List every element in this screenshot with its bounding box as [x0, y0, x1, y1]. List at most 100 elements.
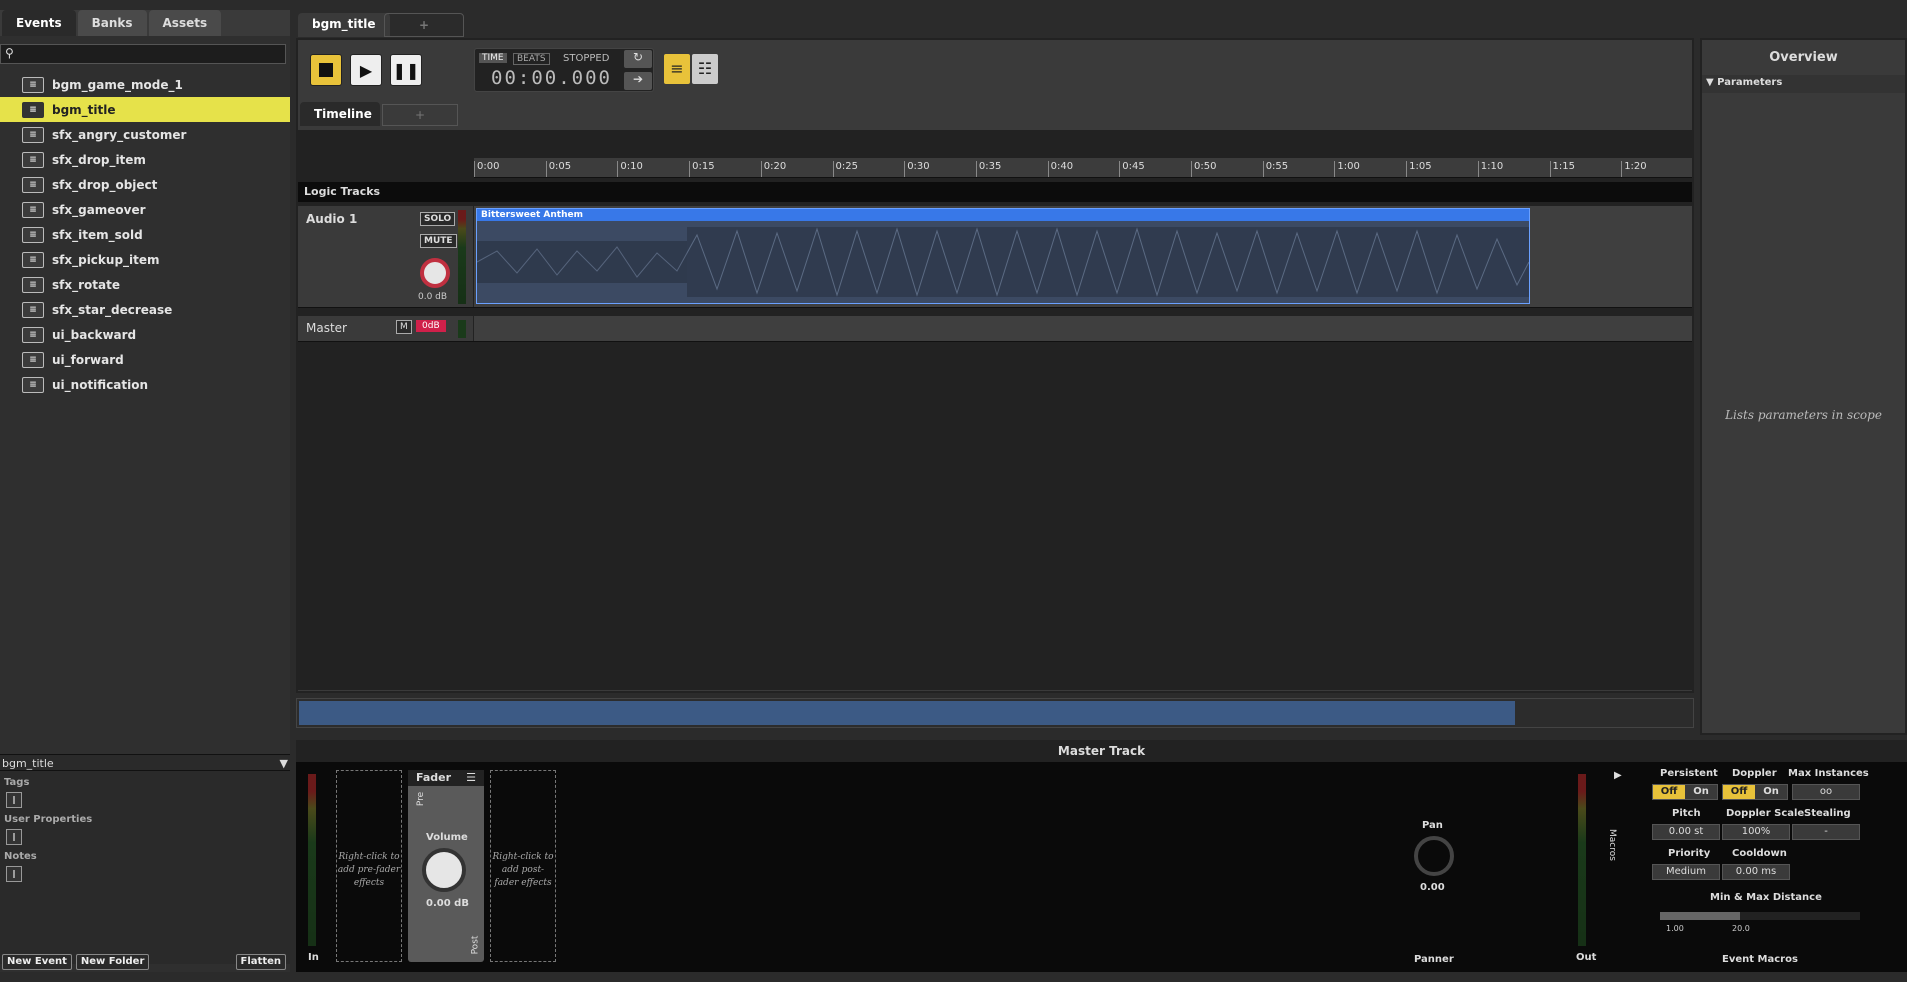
notes-label: Notes	[4, 851, 37, 862]
event-label: ui_backward	[52, 327, 137, 342]
list-view-button[interactable]: ≡	[664, 54, 690, 84]
flatten-button[interactable]: Flatten	[235, 954, 286, 970]
list-item[interactable]: ≡ bgm_title	[0, 97, 290, 122]
list-item[interactable]: ≡ sfx_pickup_item	[0, 247, 290, 272]
beats-mode-button[interactable]: BEATS	[513, 53, 550, 65]
new-folder-button[interactable]: New Folder	[75, 954, 150, 970]
list-item[interactable]: ≡ sfx_rotate	[0, 272, 290, 297]
overview-panel: Overview ▼ Parameters Lists parameters i…	[1700, 38, 1907, 735]
menu-icon[interactable]: ☰	[466, 771, 476, 784]
post-label: Post	[470, 935, 481, 955]
timeline-scrollbar[interactable]	[296, 698, 1694, 728]
post-fader-slot[interactable]: Right-click to add post-fader effects	[490, 770, 556, 962]
ruler-tick: 1:05	[1406, 161, 1432, 177]
tab-bgm-title[interactable]: bgm_title	[298, 13, 390, 37]
macros-toggle-icon[interactable]: ▶	[1614, 770, 1622, 781]
list-item[interactable]: ≡ ui_backward	[0, 322, 290, 347]
list-item[interactable]: ≡ bgm_game_mode_1	[0, 72, 290, 97]
browser-actions: New Event New Folder Flatten	[0, 954, 290, 972]
master-track-row[interactable]: Master M 0dB	[298, 316, 1692, 342]
logic-tracks-label: Logic Tracks	[298, 182, 1692, 202]
list-item[interactable]: ≡ sfx_angry_customer	[0, 122, 290, 147]
on-option[interactable]: On	[1685, 785, 1717, 799]
search-input[interactable]: ⚲	[0, 44, 286, 64]
pre-label: Pre	[416, 791, 427, 807]
event-label: ui_forward	[52, 352, 124, 367]
master-track-panel: Master Track In Right-click to add pre-f…	[296, 740, 1907, 972]
list-item[interactable]: ≡ ui_forward	[0, 347, 290, 372]
properties-header[interactable]: bgm_title ▼	[0, 755, 290, 771]
list-item[interactable]: ≡ sfx_drop_item	[0, 147, 290, 172]
pitch-field[interactable]: 0.00 st	[1652, 824, 1720, 840]
doppler-toggle[interactable]: Off On	[1722, 784, 1788, 800]
tab-events[interactable]: Events	[2, 10, 76, 36]
text-cursor-icon[interactable]: I	[6, 829, 22, 845]
audio-region[interactable]: Bittersweet Anthem	[476, 208, 1530, 304]
distance-range	[1660, 912, 1740, 920]
solo-button[interactable]: SOLO	[420, 212, 456, 226]
volume-knob[interactable]	[422, 848, 466, 892]
user-properties-label: User Properties	[4, 814, 93, 825]
priority-field[interactable]: Medium	[1652, 864, 1720, 880]
cooldown-field[interactable]: 0.00 ms	[1722, 864, 1790, 880]
parameters-header[interactable]: ▼ Parameters	[1702, 75, 1905, 93]
event-icon: ≡	[22, 226, 44, 243]
new-event-button[interactable]: New Event	[2, 954, 72, 970]
event-label: bgm_title	[52, 102, 116, 117]
add-sheet-button[interactable]: +	[382, 104, 458, 126]
tab-banks[interactable]: Banks	[77, 10, 147, 36]
tab-timeline[interactable]: Timeline	[300, 102, 380, 126]
audio-track[interactable]: Audio 1 SOLO MUTE 0.0 dB Bittersweet Ant…	[298, 206, 1692, 308]
event-label: sfx_drop_item	[52, 152, 146, 167]
event-label: sfx_item_sold	[52, 227, 143, 242]
event-icon: ≡	[22, 251, 44, 268]
doppler-scale-field[interactable]: 100%	[1722, 824, 1790, 840]
event-label: ui_notification	[52, 377, 149, 392]
event-label: sfx_drop_object	[52, 177, 158, 192]
list-item[interactable]: ≡ sfx_item_sold	[0, 222, 290, 247]
off-option[interactable]: Off	[1723, 785, 1755, 799]
pre-fader-slot[interactable]: Right-click to add pre-fader effects	[336, 770, 402, 962]
mute-button[interactable]: MUTE	[420, 234, 457, 248]
master-name: Master	[306, 321, 347, 335]
event-label: sfx_gameover	[52, 202, 146, 217]
master-volume[interactable]: 0dB	[416, 320, 446, 332]
timeline-area[interactable]: 0:00 0:05 0:10 0:15 0:20 0:25 0:30 0:35 0:40 0:45…	[298, 130, 1692, 690]
max-instances-field[interactable]: oo	[1792, 784, 1860, 800]
stop-button[interactable]	[310, 54, 342, 86]
cooldown-label: Cooldown	[1732, 848, 1787, 859]
chevron-down-icon[interactable]: ▼	[280, 757, 288, 770]
time-ruler[interactable]: 0:00 0:05 0:10 0:15 0:20 0:25 0:30 0:35 0:40 0:45…	[474, 158, 1692, 178]
list-item[interactable]: ≡ sfx_drop_object	[0, 172, 290, 197]
volume-knob[interactable]	[420, 258, 450, 288]
follow-button[interactable]: ➔	[624, 72, 652, 90]
parameters-label: Parameters	[1717, 77, 1783, 88]
add-tab-button[interactable]: +	[384, 13, 464, 37]
scroll-thumb[interactable]	[299, 701, 1515, 725]
persistent-toggle[interactable]: Off On	[1652, 784, 1718, 800]
text-cursor-icon[interactable]: I	[6, 792, 22, 808]
list-item[interactable]: ≡ ui_notification	[0, 372, 290, 397]
master-mute-button[interactable]: M	[396, 320, 412, 334]
event-icon: ≡	[22, 201, 44, 218]
text-cursor-icon[interactable]: I	[6, 866, 22, 882]
time-mode-button[interactable]: TIME	[479, 53, 507, 63]
event-editor: ▶ ❚❚ TIME BEATS STOPPED 00:00.000 ↻ ➔ ≡ …	[296, 38, 1694, 693]
grid-view-button[interactable]: ☷	[692, 54, 718, 84]
pause-button[interactable]: ❚❚	[390, 54, 422, 86]
loop-button[interactable]: ↻	[624, 50, 652, 68]
pan-knob[interactable]	[1414, 836, 1454, 876]
play-button[interactable]: ▶	[350, 54, 382, 86]
off-option[interactable]: Off	[1653, 785, 1685, 799]
track-volume: 0.0 dB	[418, 292, 448, 302]
tags-label: Tags	[4, 777, 30, 788]
stealing-select[interactable]: -	[1792, 824, 1860, 840]
on-option[interactable]: On	[1755, 785, 1787, 799]
distance-slider[interactable]	[1660, 912, 1860, 920]
max-distance-value: 20.0	[1732, 924, 1750, 933]
tab-assets[interactable]: Assets	[148, 10, 222, 36]
list-item[interactable]: ≡ sfx_gameover	[0, 197, 290, 222]
ruler-tick: 0:10	[617, 161, 643, 177]
list-item[interactable]: ≡ sfx_star_decrease	[0, 297, 290, 322]
event-macros-label: Event Macros	[1722, 954, 1798, 965]
